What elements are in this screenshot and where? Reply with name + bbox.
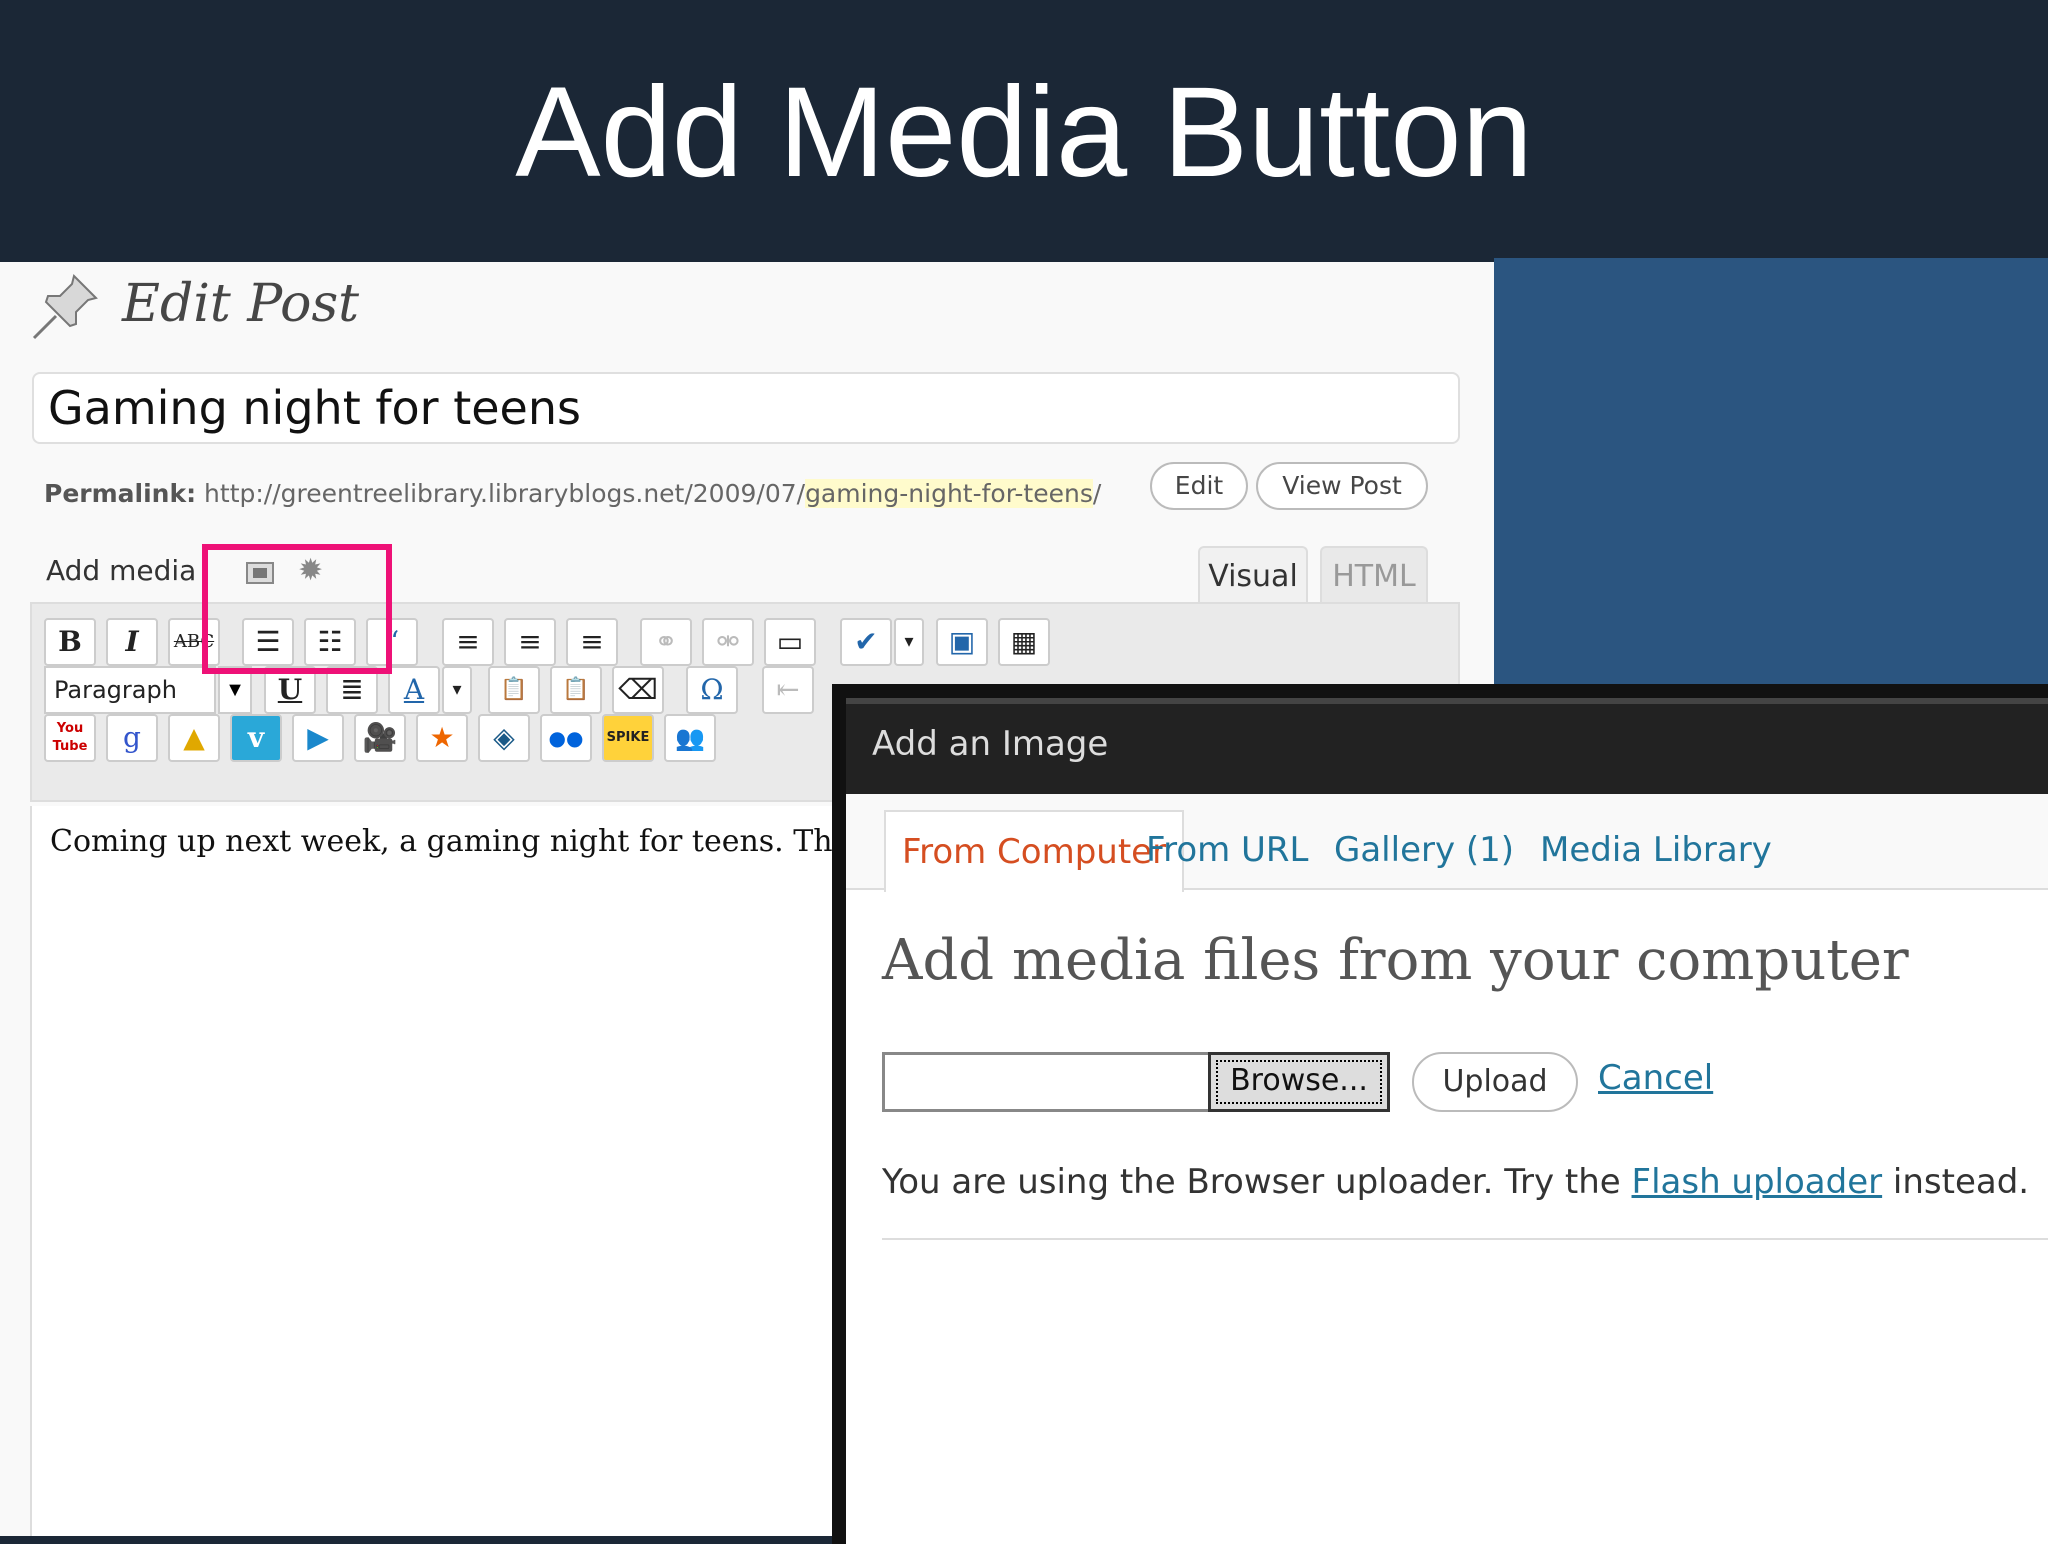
insert-more-button[interactable]: ▭ (764, 618, 816, 666)
film-camera-icon[interactable]: 🎥 (354, 714, 406, 762)
tab-visual[interactable]: Visual (1198, 546, 1308, 606)
tab-from-url[interactable]: From URL (1146, 810, 1309, 890)
text-color-dropdown-arrow[interactable]: ▾ (442, 666, 472, 714)
special-character-button[interactable]: Ω (686, 666, 738, 714)
dialog-heading: Add media files from your computer (882, 928, 1909, 993)
insert-link-button[interactable]: ⚭ (640, 618, 692, 666)
tab-html[interactable]: HTML (1320, 546, 1428, 606)
play-video-icon[interactable]: ▶ (292, 714, 344, 762)
youtube-icon[interactable]: You Tube (44, 714, 96, 762)
align-left-button[interactable]: ≡ (442, 618, 494, 666)
kitchen-sink-button[interactable]: ▦ (998, 618, 1050, 666)
paste-word-button[interactable]: 📋 (550, 666, 602, 714)
add-image-dialog: Add an Image From Computer From URL Gall… (832, 684, 2048, 1544)
spellcheck-button[interactable]: ✔ (840, 618, 892, 666)
text-color-button[interactable]: A (388, 666, 440, 714)
uploader-note-text: You are using the Browser uploader. Try … (882, 1162, 1632, 1202)
remove-format-button[interactable]: ⌫ (612, 666, 664, 714)
add-media-highlight-box (202, 544, 392, 674)
upload-button[interactable]: Upload (1412, 1052, 1578, 1112)
uploader-note-suffix: instead. (1882, 1162, 2030, 1202)
fullscreen-button[interactable]: ▣ (936, 618, 988, 666)
permalink-url-base: http://greentreelibrary.libraryblogs.net… (204, 479, 806, 508)
dialog-tab-bar: From Computer From URL Gallery (1) Media… (846, 794, 2048, 892)
align-center-button[interactable]: ≡ (504, 618, 556, 666)
edit-permalink-button[interactable]: Edit (1150, 462, 1248, 510)
align-right-button[interactable]: ≡ (566, 618, 618, 666)
spellcheck-dropdown-arrow[interactable]: ▾ (894, 618, 924, 666)
slide-title: Add Media Button (515, 61, 1533, 204)
vimeo-icon[interactable]: v (230, 714, 282, 762)
divider (882, 1238, 2048, 1240)
format-select[interactable]: Paragraph (44, 666, 216, 714)
permalink-url-end: / (1092, 479, 1102, 508)
outdent-button[interactable]: ⇤ (762, 666, 814, 714)
post-body-text: Coming up next week, a gaming night for … (50, 824, 936, 859)
spike-icon[interactable]: SPIKE (602, 714, 654, 762)
flickr-icon[interactable]: ●● (540, 714, 592, 762)
permalink-label: Permalink: (44, 479, 197, 508)
add-media-label: Add media (46, 554, 197, 587)
file-path-input[interactable] (882, 1052, 1208, 1112)
permalink-row: Permalink: http://greentreelibrary.libra… (44, 474, 1101, 514)
tab-from-computer[interactable]: From Computer (884, 810, 1185, 892)
flash-uploader-link[interactable]: Flash uploader (1632, 1162, 1883, 1202)
unlink-button[interactable]: ⚮ (702, 618, 754, 666)
google-video-icon[interactable]: g (106, 714, 158, 762)
view-post-button[interactable]: View Post (1256, 462, 1428, 510)
tab-gallery[interactable]: Gallery (1) (1334, 810, 1514, 890)
dialog-title: Add an Image (872, 724, 1109, 764)
cancel-link[interactable]: Cancel (1598, 1058, 1713, 1098)
podcast-icon[interactable]: ◈ (478, 714, 530, 762)
italic-button[interactable]: I (106, 618, 158, 666)
paste-text-button[interactable]: 📋 (488, 666, 540, 714)
page-title: Edit Post (122, 274, 360, 334)
uploader-note: You are using the Browser uploader. Try … (882, 1162, 2029, 1202)
pushpin-icon (32, 274, 98, 340)
myspace-icon[interactable]: 👥 (664, 714, 716, 762)
vlc-cone-icon[interactable]: ▲ (168, 714, 220, 762)
dialog-titlebar: Add an Image (846, 698, 2048, 794)
star-logo-icon[interactable]: ★ (416, 714, 468, 762)
tab-media-library[interactable]: Media Library (1540, 810, 1772, 890)
permalink-slug[interactable]: gaming-night-for-teens (805, 479, 1093, 508)
post-title-input[interactable]: Gaming night for teens (32, 372, 1460, 444)
bold-button[interactable]: B (44, 618, 96, 666)
browse-button[interactable]: Browse... (1208, 1052, 1390, 1112)
